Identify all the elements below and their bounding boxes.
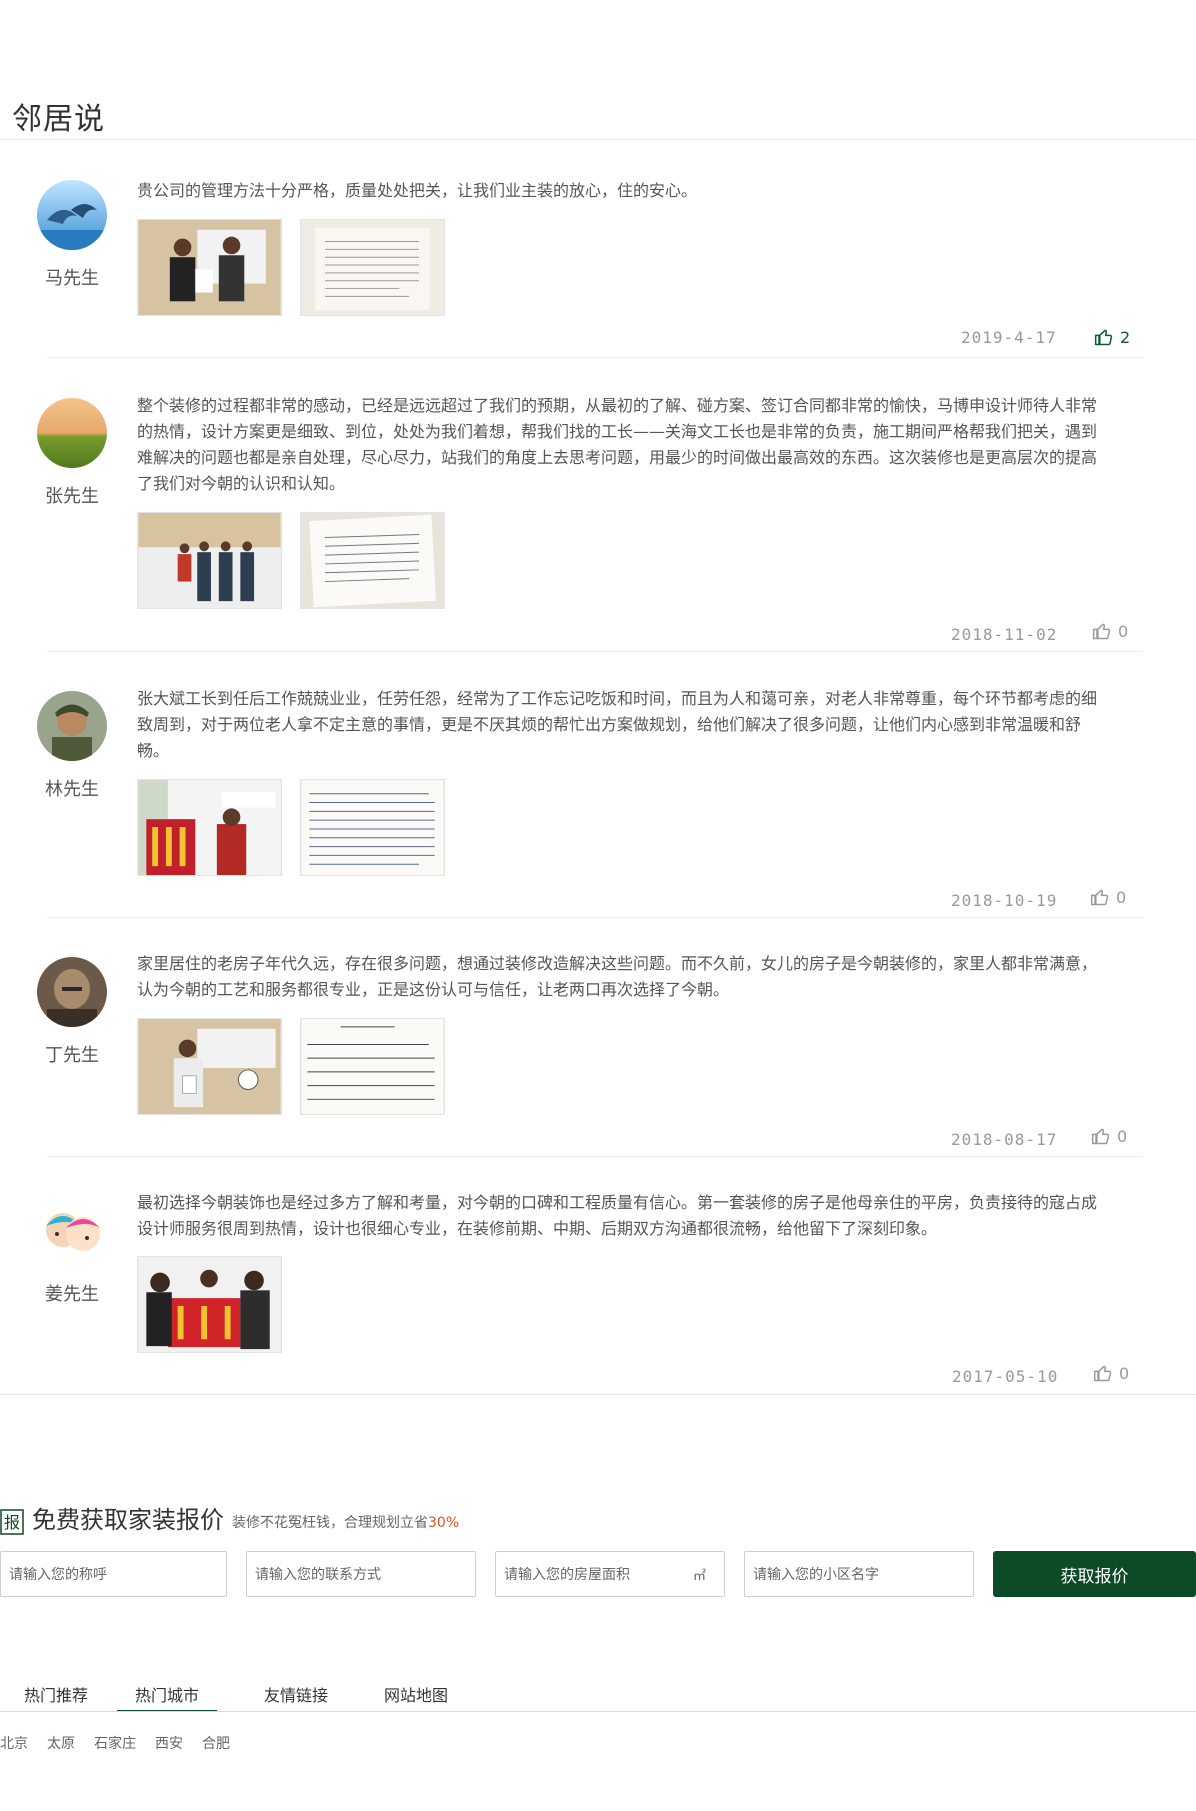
review-text: 家里居住的老房子年代久远，存在很多问题，想通过装修改造解决这些问题。而不久前，女… bbox=[137, 954, 1098, 999]
quote-icon-text: 报 bbox=[4, 1513, 20, 1532]
get-quote-button[interactable]: 获取报价 bbox=[993, 1551, 1196, 1597]
city-link[interactable]: 合肥 bbox=[202, 1733, 230, 1753]
review-text: 张大斌工长到任后工作兢兢业业，任劳任怨，经常为了工作忘记吃饭和时间，而且为人和蔼… bbox=[137, 689, 1098, 760]
quote-subtitle-highlight: 30% bbox=[428, 1515, 460, 1531]
phone-input-placeholder: 请输入您的联系方式 bbox=[255, 1567, 381, 1583]
like-count: 2 bbox=[1120, 327, 1131, 347]
title-divider bbox=[0, 139, 1196, 140]
thumbs-up-icon bbox=[1094, 329, 1113, 346]
name-input-placeholder: 请输入您的称呼 bbox=[9, 1567, 107, 1583]
review-photo[interactable] bbox=[137, 779, 282, 876]
thumbs-up-icon bbox=[1093, 1365, 1112, 1382]
city-link[interactable]: 北京 bbox=[0, 1733, 28, 1753]
quote-title: 免费获取家装报价 bbox=[32, 1506, 224, 1534]
like-count: 0 bbox=[1117, 1126, 1128, 1146]
tab-hot-recommend[interactable]: 热门推荐 bbox=[14, 1680, 98, 1712]
cartoon-avatar bbox=[37, 1196, 107, 1266]
review-letter-photo[interactable] bbox=[300, 1018, 445, 1115]
review-divider bbox=[47, 917, 1143, 918]
tab-friend-links[interactable]: 友情链接 bbox=[254, 1680, 338, 1712]
review-author: 姜先生 bbox=[45, 1284, 99, 1305]
review-divider bbox=[47, 357, 1143, 358]
quote-icon: 报 bbox=[0, 1509, 24, 1535]
city-link[interactable]: 太原 bbox=[47, 1733, 75, 1753]
review-text: 贵公司的管理方法十分严格，质量处处把关，让我们业主装的放心，住的安心。 bbox=[137, 181, 698, 200]
dolphin-avatar bbox=[37, 180, 107, 250]
quote-subtitle: 装修不花冤枉钱，合理规划立省30% bbox=[232, 1512, 459, 1532]
review-date: 2019-4-17 bbox=[961, 328, 1057, 347]
review-text: 整个装修的过程都非常的感动，已经是远远超过了我们的预期，从最初的了解、碰方案、签… bbox=[137, 396, 1098, 493]
review-photo[interactable] bbox=[137, 512, 282, 609]
like-count: 0 bbox=[1116, 887, 1127, 907]
phone-input[interactable]: 请输入您的联系方式 bbox=[246, 1551, 476, 1597]
footer-tabs: 热门推荐 热门城市 友情链接 网站地图 bbox=[0, 1680, 1196, 1712]
review-author: 丁先生 bbox=[45, 1045, 99, 1066]
review-text: 最初选择今朝装饰也是经过多方了解和考量，对今朝的口碑和工程质量有信心。第一套装修… bbox=[137, 1193, 1098, 1238]
review-date: 2018-11-02 bbox=[951, 625, 1058, 644]
review-date: 2017-05-10 bbox=[952, 1367, 1059, 1386]
review-author: 马先生 bbox=[45, 268, 99, 289]
like-count: 0 bbox=[1119, 1363, 1130, 1383]
page-title: 邻居说 bbox=[12, 102, 105, 138]
like-button[interactable]: 0 bbox=[1090, 887, 1126, 907]
community-input[interactable]: 请输入您的小区名字 bbox=[744, 1551, 974, 1597]
thumbs-up-icon bbox=[1090, 889, 1109, 906]
portrait-avatar bbox=[37, 691, 107, 761]
city-list: 北京 太原 石家庄 西安 合肥 bbox=[0, 1733, 230, 1753]
review-author: 张先生 bbox=[45, 486, 99, 507]
like-button[interactable]: 0 bbox=[1092, 621, 1128, 641]
review-letter-photo[interactable] bbox=[300, 512, 445, 609]
thumbs-up-icon bbox=[1091, 1128, 1110, 1145]
review-date: 2018-08-17 bbox=[951, 1130, 1058, 1149]
review-letter-photo[interactable] bbox=[300, 219, 445, 316]
area-input[interactable]: 请输入您的房屋面积 ㎡ bbox=[495, 1551, 725, 1597]
review-date: 2018-10-19 bbox=[951, 891, 1058, 910]
like-button[interactable]: 2 bbox=[1094, 327, 1130, 347]
quote-subtitle-text: 装修不花冤枉钱，合理规划立省 bbox=[232, 1515, 428, 1531]
tab-sitemap[interactable]: 网站地图 bbox=[374, 1680, 458, 1712]
city-link[interactable]: 西安 bbox=[155, 1733, 183, 1753]
tab-hot-cities[interactable]: 热门城市 bbox=[117, 1680, 217, 1712]
area-unit: ㎡ bbox=[692, 1568, 706, 1584]
review-divider bbox=[47, 1156, 1143, 1157]
field-avatar bbox=[37, 398, 107, 468]
review-photo[interactable] bbox=[137, 1018, 282, 1115]
review-photo[interactable] bbox=[137, 1256, 282, 1353]
name-input[interactable]: 请输入您的称呼 bbox=[0, 1551, 227, 1597]
quote-header: 报 免费获取家装报价 装修不花冤枉钱，合理规划立省30% bbox=[0, 1500, 459, 1535]
tabs-divider bbox=[0, 1711, 1196, 1712]
like-button[interactable]: 0 bbox=[1093, 1363, 1129, 1383]
review-divider bbox=[47, 651, 1143, 652]
like-count: 0 bbox=[1118, 621, 1129, 641]
review-author: 林先生 bbox=[45, 779, 99, 800]
review-photo[interactable] bbox=[137, 219, 282, 316]
monk-avatar bbox=[37, 957, 107, 1027]
city-link[interactable]: 石家庄 bbox=[94, 1733, 136, 1753]
review-letter-photo[interactable] bbox=[300, 779, 445, 876]
like-button[interactable]: 0 bbox=[1091, 1126, 1127, 1146]
community-input-placeholder: 请输入您的小区名字 bbox=[753, 1567, 879, 1583]
section-divider bbox=[0, 1394, 1196, 1395]
thumbs-up-icon bbox=[1092, 623, 1111, 640]
area-input-placeholder: 请输入您的房屋面积 bbox=[504, 1567, 630, 1583]
